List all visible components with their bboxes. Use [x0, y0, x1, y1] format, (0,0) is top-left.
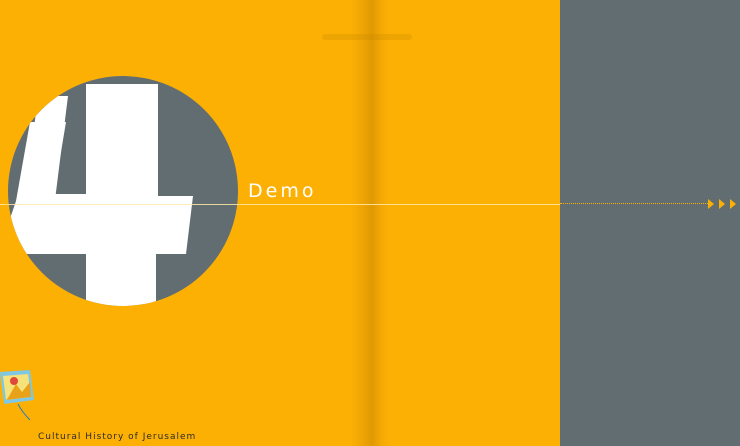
triple-arrow-icon[interactable]	[706, 197, 740, 211]
page: Demo Cultural History of Jerusalem	[0, 0, 740, 446]
dotted-rule	[560, 203, 708, 204]
footer-text: Cultural History of Jerusalem	[38, 432, 197, 442]
jerusalem-logo-icon	[0, 370, 34, 420]
chapter-badge	[8, 76, 238, 306]
chapter-numeral-graphic	[8, 84, 193, 306]
page-fold-shadow	[350, 0, 390, 446]
right-panel	[560, 0, 740, 446]
chapter-title: Demo	[248, 180, 317, 202]
faint-mark	[322, 34, 412, 40]
horizontal-rule	[0, 204, 560, 205]
